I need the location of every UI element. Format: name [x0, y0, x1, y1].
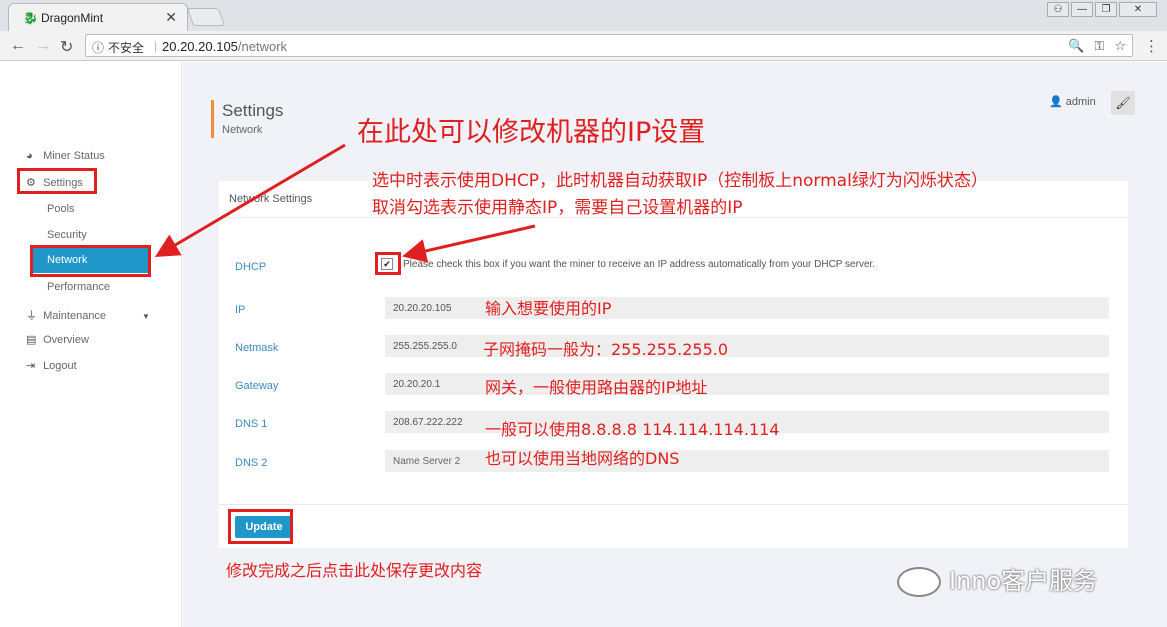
- arrow-to-network: [154, 143, 346, 258]
- wechat-logo-icon: [897, 567, 941, 597]
- annotation-dhcp-line1: 选中时表示使用DHCP，此时机器自动获取IP（控制板上normal绿灯为闪烁状态…: [372, 171, 988, 191]
- annotation-gateway: 网关，一般使用路由器的IP地址: [485, 378, 708, 397]
- annotation-ip: 输入想要使用的IP: [485, 299, 612, 318]
- watermark: Inno客户服务: [897, 561, 1097, 597]
- watermark-text: Inno客户服务: [949, 567, 1098, 595]
- arrow-to-dhcp: [402, 224, 536, 263]
- annotation-dns1: 一般可以使用8.8.8.8 114.114.114.114: [485, 420, 780, 439]
- annotation-dns2: 也可以使用当地网络的DNS: [485, 449, 680, 468]
- annotation-netmask: 子网掩码一般为：255.255.255.0: [483, 340, 729, 359]
- annotation-title: 在此处可以修改机器的IP设置: [357, 117, 706, 148]
- annotation-update: 修改完成之后点击此处保存更改内容: [226, 561, 483, 580]
- annotation-dhcp-line2: 取消勾选表示使用静态IP，需要自己设置机器的IP: [372, 198, 743, 218]
